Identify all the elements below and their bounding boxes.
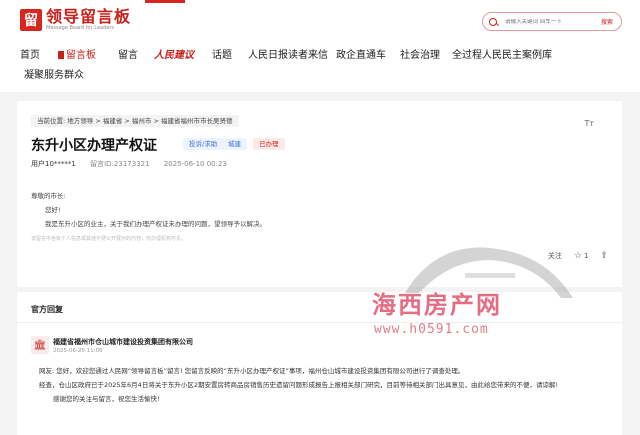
reply-org-name: 福建省福州市仓山城市建设投资集团有限公司 [53,338,193,346]
nav-people-suggestion[interactable]: 人民建议 [154,46,194,61]
reply-heading: 官方回复 [31,305,63,314]
share-button[interactable]: ⇪ [600,251,608,261]
share-icon: ⇪ [600,251,608,261]
nav-social-governance[interactable]: 社会治理 [400,46,440,61]
search-icon [489,17,497,26]
reply-date: 2025-06-25 11:06 [53,348,103,354]
nav-democracy-cases[interactable]: 全过程人民民主案例库 [452,46,552,61]
reply-paragraph: 经查，仓山区政府已于2025年6月4日将关于东升小区2期安置房转商品房销售历史遗… [39,381,559,389]
message-date: 2025-06-10 00:23 [163,160,227,168]
message-title: 东升小区办理产权证 [31,138,157,154]
message-body: 尊敬的市长: 您好! 我是东升小区的业主，关于我们办理产权证未办理的问题，望领导… [31,189,266,231]
nav-home[interactable]: 首页 [20,46,40,61]
logo-name-en: Message Board for Leaders [46,25,115,31]
search-button[interactable]: 搜索 [601,17,613,26]
nav-reader-letters[interactable]: 人民日报读者来信 [248,46,328,61]
breadcrumb[interactable]: 当前位置: 地方领导 > 福建省 > 福州市 > 福建省福州市市长吴贤德 [31,115,239,127]
reply-paragraph: 感谢您的关注与留言，祝您生活愉快! [53,395,160,403]
nav-leave-message[interactable]: 留言 [118,46,138,61]
nav-message-board[interactable]: 留言板 [58,46,96,61]
board-icon [58,51,64,59]
logo-text: 领导留言板 Message Board for Leaders [46,8,131,32]
search-box[interactable]: 搜索 [482,12,622,31]
greeting: 您好! [45,206,61,214]
watermark-text: 海西房产网 [372,291,502,319]
nav-serve-masses[interactable]: 凝聚服务群众 [24,66,84,81]
privacy-disclaimer: 该留言中含有个人信息或其他不便公开展示的内容，仅办理机构可见。 [31,236,187,242]
divider [17,322,622,323]
site-logo[interactable]: 留 领导留言板 Message Board for Leaders [20,8,131,32]
font-size-icon[interactable]: Tт [584,119,594,128]
message-id: 留言ID:23173321 [90,160,150,168]
nav-gov-enterprise[interactable]: 政企直通车 [336,46,386,61]
reply-body: 网友: 您好，欢迎您通过人民网“领导留言板”留言! 您留言反映的“东升小区办理产… [39,364,614,406]
reply-card: 官方回复 🏛 福建省福州市仓山城市建设投资集团有限公司 2025-06-25 1… [17,292,622,435]
logo-mark: 留 [20,9,42,31]
nav-topics[interactable]: 话题 [212,46,232,61]
salutation: 尊敬的市长: [31,192,66,200]
top-accent-bar [145,0,185,3]
tag-domain: 城建 [222,138,247,150]
header: 留 领导留言板 Message Board for Leaders 搜索 首页 … [0,0,640,92]
watermark-url: www.h0591.com [374,322,489,337]
message-meta: 用户10*****1 留言ID:23173321 2025-06-10 00:2… [31,159,239,169]
building-icon: 🏛 [31,336,49,354]
nav-message-board-label: 留言板 [66,50,96,61]
logo-name-cn: 领导留言板 [46,7,132,26]
user-id: 用户10*****1 [31,160,76,168]
reply-paragraph: 网友: 您好，欢迎您通过人民网“领导留言板”留言! 您留言反映的“东升小区办理产… [39,367,465,375]
tag-type: 投诉/求助 [183,138,224,150]
status-badge: 已办理 [253,138,285,150]
search-input[interactable] [505,18,585,25]
message-content: 我是东升小区的业主，关于我们办理产权证未办理的问题，望领导予以解决。 [45,220,266,228]
